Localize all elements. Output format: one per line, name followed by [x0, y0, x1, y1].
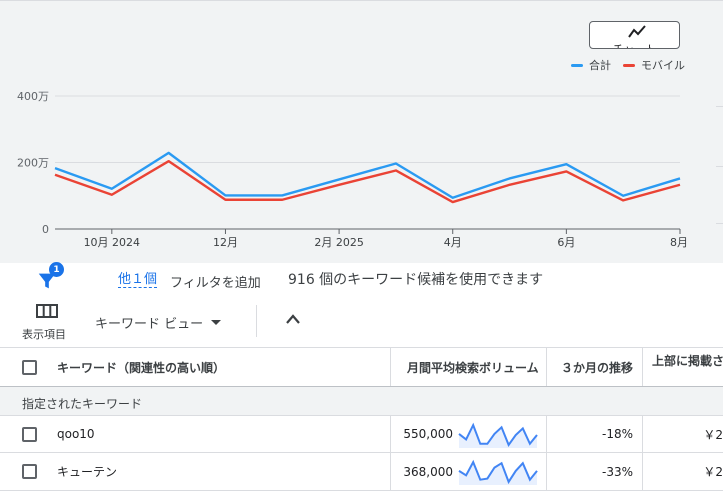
- x-tick-label: 8月: [670, 236, 688, 249]
- keyword-cell: qoo10: [57, 427, 95, 441]
- top-bid-cell: ￥2: [642, 453, 723, 490]
- trend-cell: -18%: [546, 416, 642, 452]
- trend-line-icon: [628, 25, 646, 38]
- chart-type-button[interactable]: チャート: [589, 21, 680, 49]
- table-row: キューテン 368,000 -33% ￥2: [0, 453, 723, 491]
- other-filters-link[interactable]: 他１個: [118, 272, 158, 288]
- keyword-view-dropdown[interactable]: キーワード ビュー: [95, 313, 222, 332]
- sparkline-chart: [458, 459, 538, 485]
- side-divider: [716, 166, 723, 167]
- legend-item-mobile: モバイル: [623, 57, 685, 73]
- x-tick-label: 12月: [213, 236, 238, 249]
- row-checkbox[interactable]: [22, 427, 37, 442]
- row-checkbox[interactable]: [22, 464, 37, 479]
- columns-icon[interactable]: [36, 303, 58, 319]
- volume-cell: 550,000: [390, 416, 546, 452]
- sparkline-chart: [458, 422, 538, 448]
- group-header-row: 指定されたキーワード: [0, 387, 723, 416]
- x-tick-label: 10月 2024: [84, 236, 141, 249]
- legend-label-mobile: モバイル: [641, 59, 685, 72]
- y-tick-label: 200万: [17, 157, 49, 170]
- caret-down-icon: [211, 320, 222, 325]
- filter-count-badge: 1: [49, 262, 64, 277]
- keyword-view-label: キーワード ビュー: [95, 317, 204, 332]
- side-divider: [716, 223, 723, 224]
- legend-swatch-mobile: [623, 63, 635, 67]
- header-volume[interactable]: 月間平均検索ボリューム: [390, 348, 546, 386]
- y-tick-label: 400万: [17, 90, 49, 103]
- side-divider: [716, 106, 723, 107]
- add-filter-button[interactable]: フィルタを追加: [170, 272, 261, 291]
- columns-label[interactable]: 表示項目: [22, 326, 66, 342]
- series-line-mobile: [54, 159, 681, 204]
- header-keyword[interactable]: キーワード（関連性の高い順）: [57, 348, 225, 386]
- trend-cell: -33%: [546, 453, 642, 490]
- x-tick-label: 2月 2025: [314, 236, 364, 249]
- y-tick-label: 0: [42, 223, 49, 236]
- chart-legend: 合計 モバイル: [571, 57, 697, 73]
- chevron-up-icon[interactable]: [284, 312, 302, 326]
- toolbar-divider: [256, 305, 257, 337]
- table-header-row: キーワード（関連性の高い順） 月間平均検索ボリューム ３か月の推移 上部に掲載さ: [0, 347, 723, 387]
- group-label: 指定されたキーワード: [22, 397, 143, 411]
- keyword-cell: キューテン: [57, 465, 118, 479]
- legend-item-total: 合計: [571, 57, 611, 73]
- select-all-checkbox[interactable]: [22, 360, 37, 375]
- series-line-total: [54, 151, 681, 199]
- header-trend[interactable]: ３か月の推移: [546, 348, 642, 386]
- chart-type-label: チャート: [590, 41, 679, 48]
- x-tick-label: 6月: [557, 236, 575, 249]
- volume-value: 368,000: [403, 464, 453, 479]
- volume-value: 550,000: [403, 427, 453, 441]
- volume-cell: 368,000: [390, 453, 546, 490]
- x-tick-label: 4月: [444, 236, 462, 249]
- trend-chart-panel: 400万 200万 0 10月 2024 12月 2月 2025 4月 6月 8月 チャート 合…: [0, 0, 723, 263]
- keyword-count-message: 916 個のキーワード候補を使用できます: [288, 272, 544, 288]
- top-bid-cell: ￥2: [642, 416, 723, 452]
- table-row: qoo10 550,000 -18% ￥2: [0, 416, 723, 453]
- legend-swatch-total: [571, 63, 583, 67]
- header-top-of-page-bid[interactable]: 上部に掲載さ: [642, 348, 723, 386]
- legend-label-total: 合計: [589, 59, 611, 72]
